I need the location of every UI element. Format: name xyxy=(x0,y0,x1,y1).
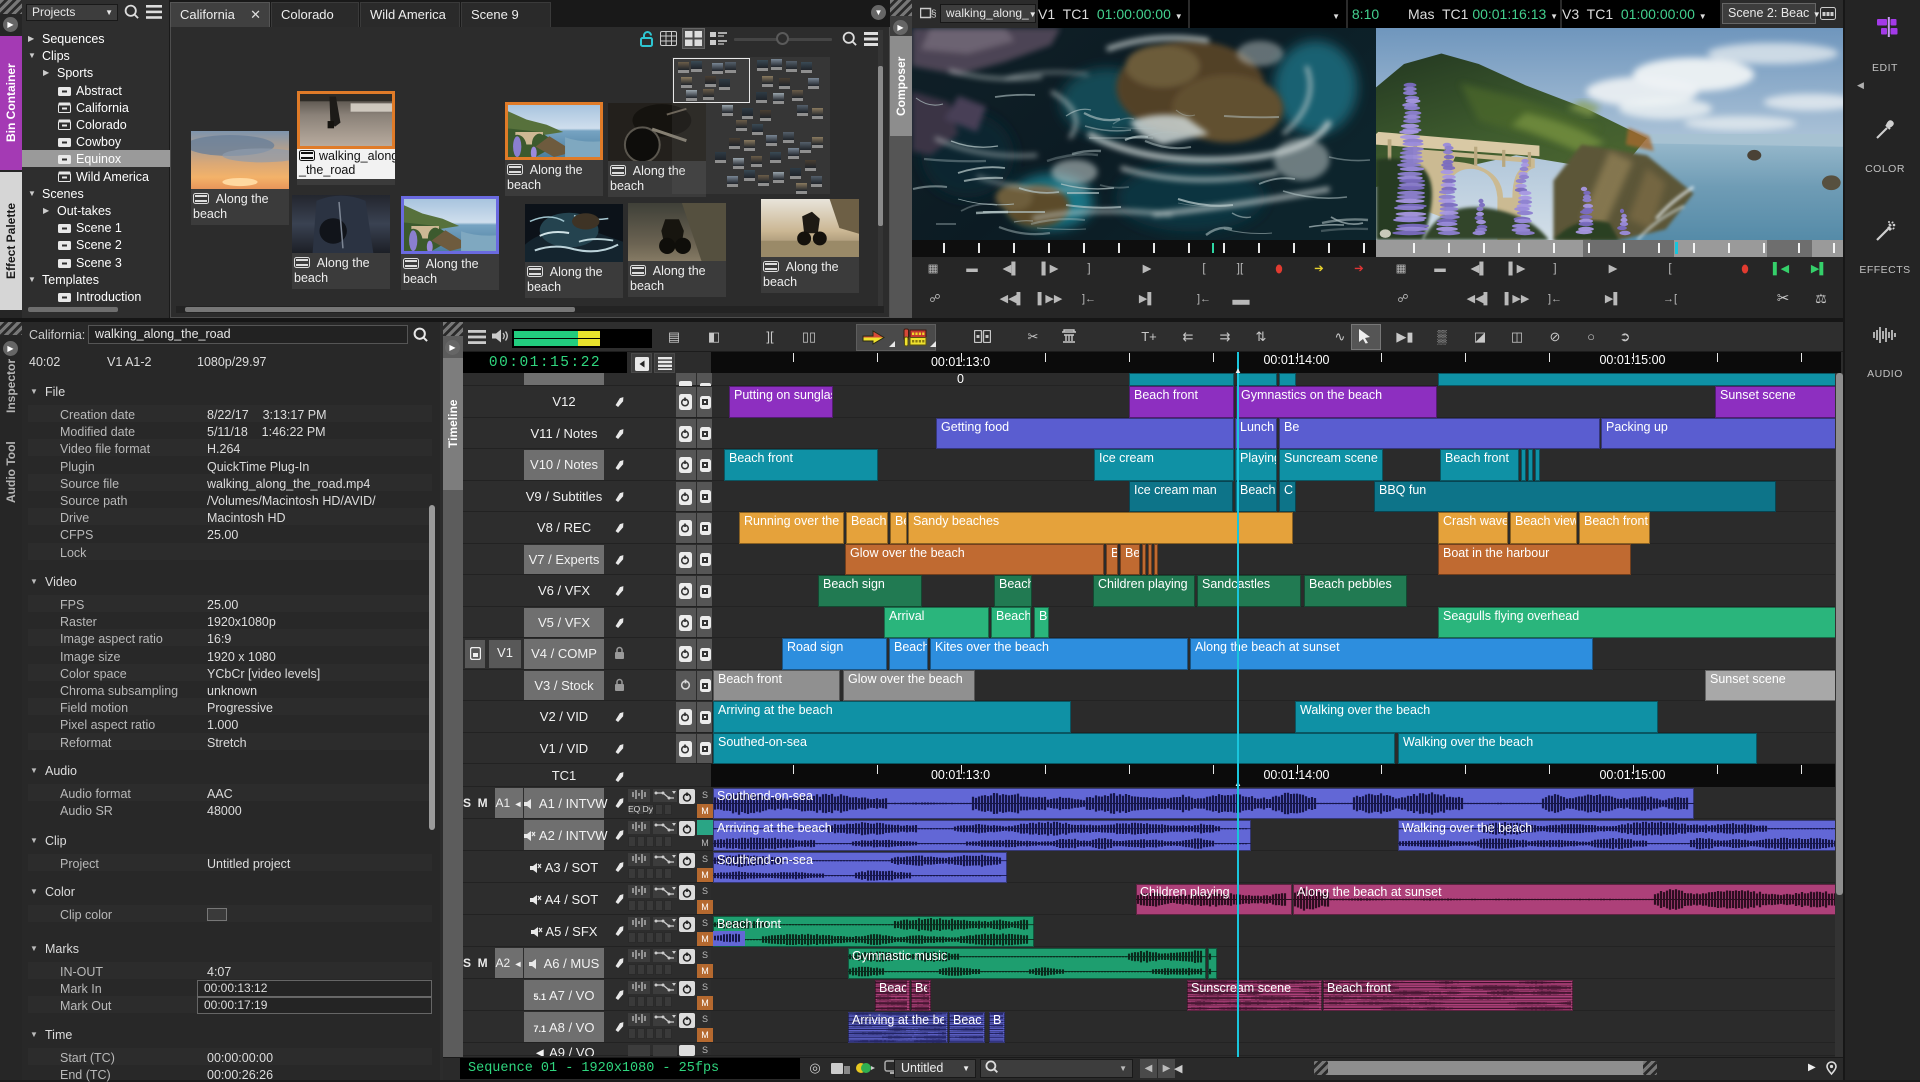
svg-text:§: § xyxy=(931,9,936,20)
